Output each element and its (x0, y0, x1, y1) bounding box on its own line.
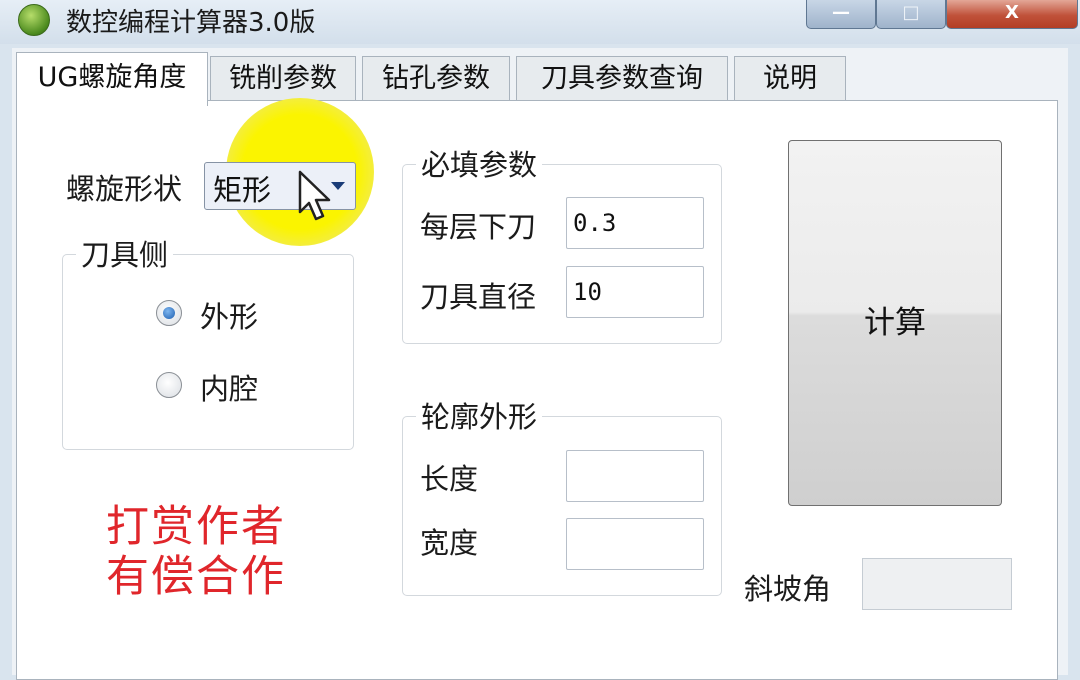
tab-drilling-params[interactable]: 钻孔参数 (362, 56, 510, 100)
spiral-shape-value: 矩形 (213, 173, 272, 207)
tab-tool-params-query[interactable]: 刀具参数查询 (516, 56, 728, 100)
title-bar: 数控编程计算器3.0版 — □ X (0, 0, 1080, 44)
tab-milling-params[interactable]: 铣削参数 (210, 56, 356, 100)
layer-depth-label: 每层下刀 (420, 210, 537, 244)
minimize-button[interactable]: — (806, 0, 876, 29)
calculate-button[interactable]: 计算 (788, 140, 1002, 506)
outer-profile-radio[interactable] (156, 300, 182, 326)
mouse-cursor-icon (298, 170, 331, 221)
required-params-title: 必填参数 (416, 142, 543, 184)
length-input[interactable] (566, 450, 704, 502)
contour-title: 轮廓外形 (416, 394, 543, 436)
spiral-shape-label: 螺旋形状 (66, 172, 183, 206)
tab-ug-spiral-angle[interactable]: UG螺旋角度 (16, 52, 208, 106)
maximize-button[interactable]: □ (876, 0, 946, 29)
tool-diameter-label: 刀具直径 (420, 280, 537, 314)
layer-depth-input[interactable] (566, 197, 704, 249)
promo-line-2: 有偿合作 (106, 552, 286, 602)
ramp-angle-label: 斜坡角 (744, 572, 832, 606)
tab-instructions[interactable]: 说明 (734, 56, 846, 100)
length-label: 长度 (420, 462, 479, 496)
inner-cavity-radio[interactable] (156, 372, 182, 398)
tool-side-title: 刀具侧 (76, 232, 174, 274)
width-input[interactable] (566, 518, 704, 570)
app-icon (18, 4, 50, 36)
tool-side-group (62, 254, 354, 450)
outer-profile-label: 外形 (200, 300, 259, 334)
window-title: 数控编程计算器3.0版 (66, 8, 316, 38)
tool-diameter-input[interactable] (566, 266, 704, 318)
ramp-angle-output (862, 558, 1012, 610)
inner-cavity-label: 内腔 (200, 372, 259, 406)
close-button[interactable]: X (946, 0, 1078, 29)
width-label: 宽度 (420, 526, 479, 560)
